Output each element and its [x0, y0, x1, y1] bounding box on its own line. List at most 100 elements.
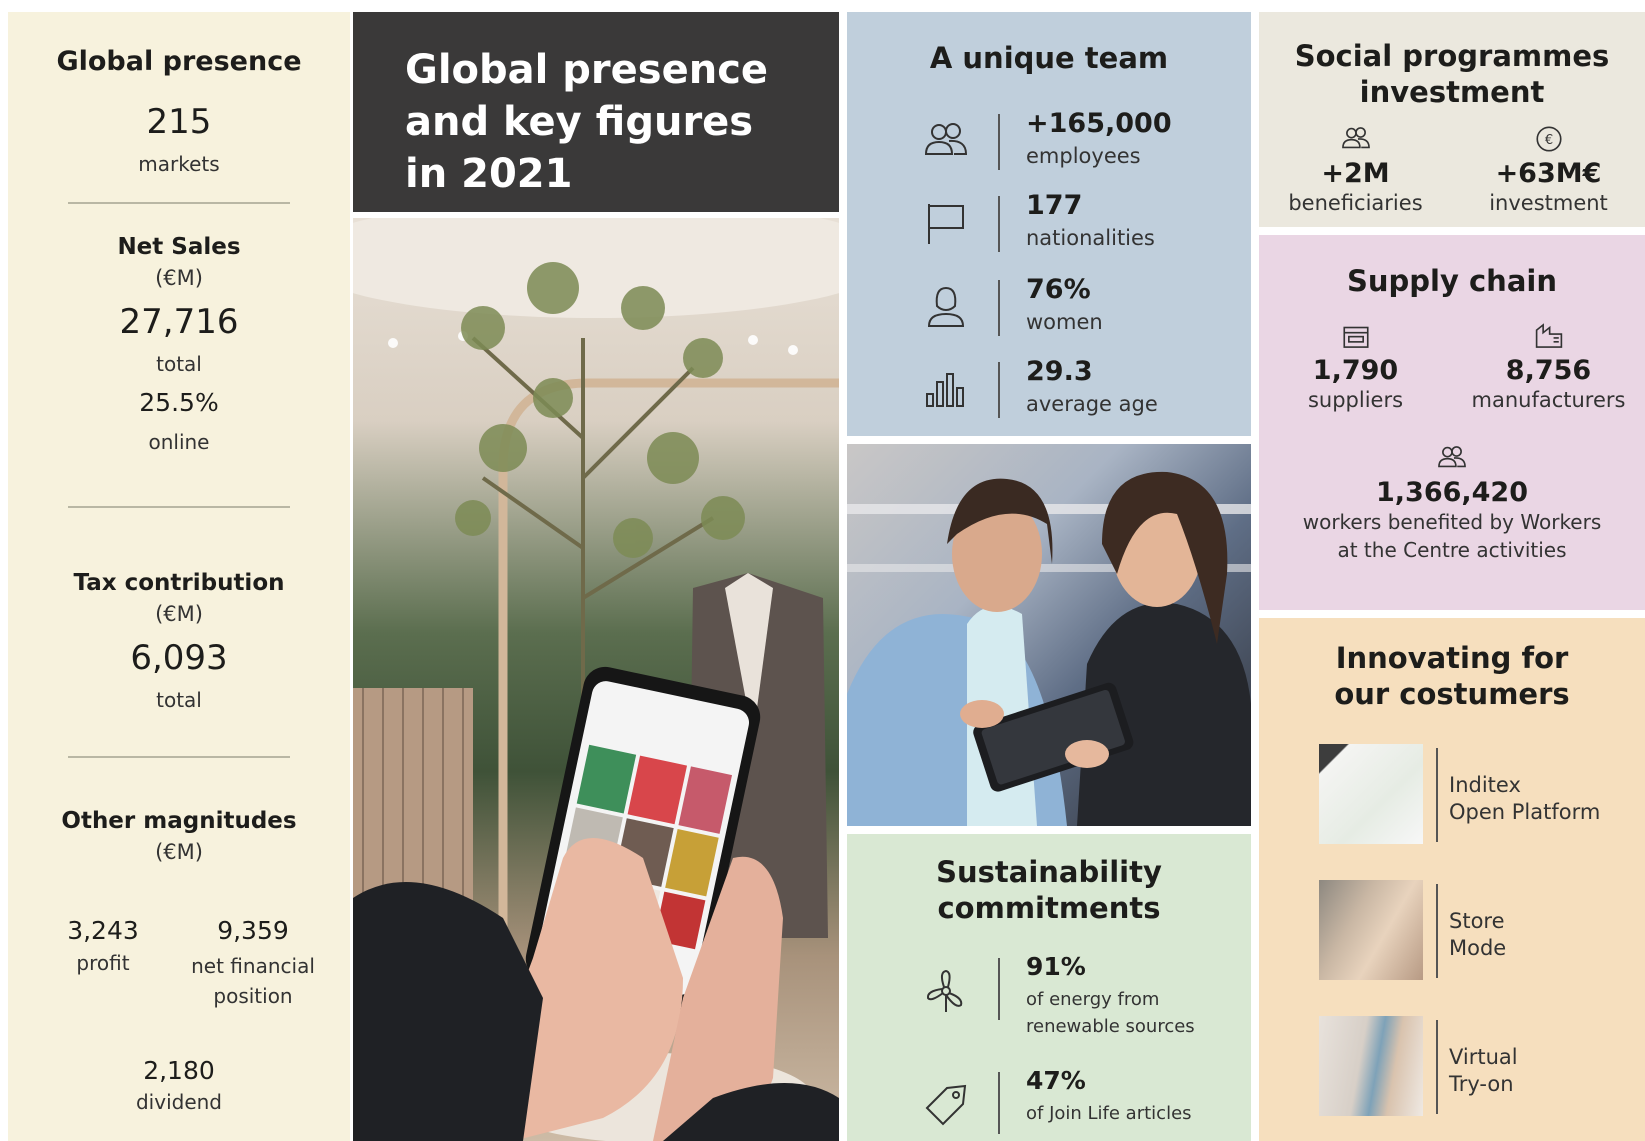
social-title-line: Social programmes: [1294, 39, 1610, 73]
report-title-line: in 2021: [405, 151, 573, 197]
team-row: 76% women: [847, 274, 1251, 344]
other-magnitudes-unit: (€M): [155, 840, 203, 864]
divider: [68, 202, 290, 204]
divider: [1436, 1020, 1438, 1114]
average-age-value: 29.3: [1026, 356, 1093, 387]
divider: [68, 756, 290, 758]
renewable-energy-label: of energy from renewable sources: [1026, 986, 1246, 1040]
nationalities-label: nationalities: [1026, 226, 1155, 250]
net-financial-position-value: 9,359: [217, 916, 289, 945]
profit-value: 3,243: [67, 916, 139, 945]
renewable-energy-value: 91%: [1026, 952, 1086, 981]
sustainability-title-line: commitments: [937, 891, 1161, 925]
renewable-energy-label-line: renewable sources: [1026, 1016, 1195, 1037]
tax-unit: (€M): [155, 602, 203, 626]
report-title-line: Global presence: [405, 47, 769, 93]
store-mode-label-line: Mode: [1449, 936, 1507, 960]
innovation-title: Innovating for our costumers: [1259, 640, 1645, 712]
investment-block: € +63M€ investment: [1452, 124, 1645, 215]
store-mode-label-line: Store: [1449, 909, 1505, 933]
divider: [998, 958, 1000, 1020]
divider: [998, 362, 1000, 418]
factory-icon: [1535, 323, 1562, 348]
open-platform-thumbnail: [1319, 744, 1423, 844]
tag-icon: [925, 1084, 967, 1126]
workers-value: 1,366,420: [1375, 477, 1529, 508]
women-label: women: [1026, 310, 1103, 334]
sustainability-panel: Sustainability commitments 91% of energy…: [847, 834, 1251, 1141]
join-life-label: of Join Life articles: [1026, 1100, 1246, 1127]
supply-chain-panel: Supply chain 1,790 suppliers 8,756 manuf…: [1259, 235, 1645, 610]
people-icon: [1341, 127, 1370, 149]
divider: [68, 506, 290, 508]
sustainability-title-line: Sustainability: [936, 855, 1162, 889]
net-sales-label: total: [156, 352, 202, 376]
team-title: A unique team: [929, 41, 1169, 75]
store-mode-thumbnail: [1319, 880, 1423, 980]
global-presence-panel: Global presence 215 markets Net Sales (€…: [8, 12, 350, 1141]
markets-value: 215: [146, 102, 212, 142]
innovation-title-line: Innovating for: [1335, 641, 1569, 675]
social-title: Social programmes investment: [1259, 38, 1645, 110]
divider: [998, 1072, 1000, 1134]
store-phone-illustration: [353, 218, 839, 1141]
report-title-panel: Global presence and key figures in 2021: [353, 12, 839, 212]
other-magnitudes-title: Other magnitudes: [61, 808, 297, 834]
team-row: +165,000 employees: [847, 108, 1251, 178]
innovation-item: Virtual Try-on: [1319, 1016, 1639, 1116]
dividend-label: dividend: [135, 1090, 222, 1114]
divider: [1436, 884, 1438, 978]
markets-label: markets: [138, 152, 220, 176]
global-presence-title: Global presence: [56, 46, 302, 77]
beneficiaries-value: +2M: [1321, 158, 1390, 189]
tax-title: Tax contribution: [73, 570, 285, 596]
investment-value: +63M€: [1495, 158, 1602, 189]
online-value: 25.5%: [139, 388, 219, 417]
profit-label: profit: [76, 951, 130, 975]
tax-label: total: [156, 688, 202, 712]
net-financial-position-label-2: position: [213, 984, 293, 1008]
net-financial-position-label: net financial: [191, 954, 315, 978]
virtual-try-on-label-line: Try-on: [1449, 1072, 1514, 1096]
net-financial-position-block: 9,359 net financial position: [168, 916, 338, 1011]
people-icon: [924, 123, 968, 155]
bar-chart-icon: [926, 373, 964, 407]
nationalities-value: 177: [1026, 190, 1083, 221]
wind-turbine-icon: [926, 969, 963, 1012]
report-title: Global presence and key figures in 2021: [405, 44, 768, 200]
investment-label: investment: [1489, 191, 1608, 215]
team-panel: A unique team +165,000 employees 177 nat…: [847, 12, 1251, 436]
workers-label: workers benefited by Workers at the Cent…: [1259, 508, 1645, 564]
team-photo: [847, 444, 1251, 826]
people-icon: [1438, 446, 1466, 468]
employees-illustration: [847, 471, 1251, 826]
sustainability-row: 91% of energy from renewable sources: [847, 952, 1251, 1042]
divider: [998, 196, 1000, 252]
sustainability-title: Sustainability commitments: [847, 854, 1251, 926]
workers-label-line: at the Centre activities: [1337, 538, 1567, 562]
renewable-energy-label-line: of energy from: [1026, 989, 1160, 1010]
manufacturers-label: manufacturers: [1471, 388, 1626, 412]
store-mode-label: Store Mode: [1449, 908, 1629, 962]
join-life-label-line: of Join Life articles: [1026, 1103, 1192, 1124]
women-value: 76%: [1026, 274, 1091, 305]
flag-icon: [928, 204, 964, 244]
divider: [998, 114, 1000, 170]
tax-value: 6,093: [130, 638, 228, 678]
store-icon: [1342, 326, 1369, 348]
euro-coin-icon: €: [1535, 126, 1562, 152]
beneficiaries-block: +2M beneficiaries: [1259, 124, 1452, 215]
net-sales-title: Net Sales: [117, 234, 241, 260]
team-row: 29.3 average age: [847, 356, 1251, 426]
open-platform-label-line: Open Platform: [1449, 800, 1601, 824]
open-platform-label: Inditex Open Platform: [1449, 772, 1629, 826]
workers-block: 1,366,420 workers benefited by Workers a…: [1259, 443, 1645, 564]
online-label: online: [148, 430, 210, 454]
suppliers-block: 1,790 suppliers: [1259, 321, 1452, 412]
employees-value: +165,000: [1026, 108, 1172, 139]
virtual-try-on-label: Virtual Try-on: [1449, 1044, 1629, 1098]
innovation-panel: Innovating for our costumers Inditex Ope…: [1259, 618, 1645, 1141]
supply-chain-title: Supply chain: [1347, 264, 1557, 298]
virtual-try-on-thumbnail: [1319, 1016, 1423, 1116]
svg-text:€: €: [1544, 133, 1552, 148]
